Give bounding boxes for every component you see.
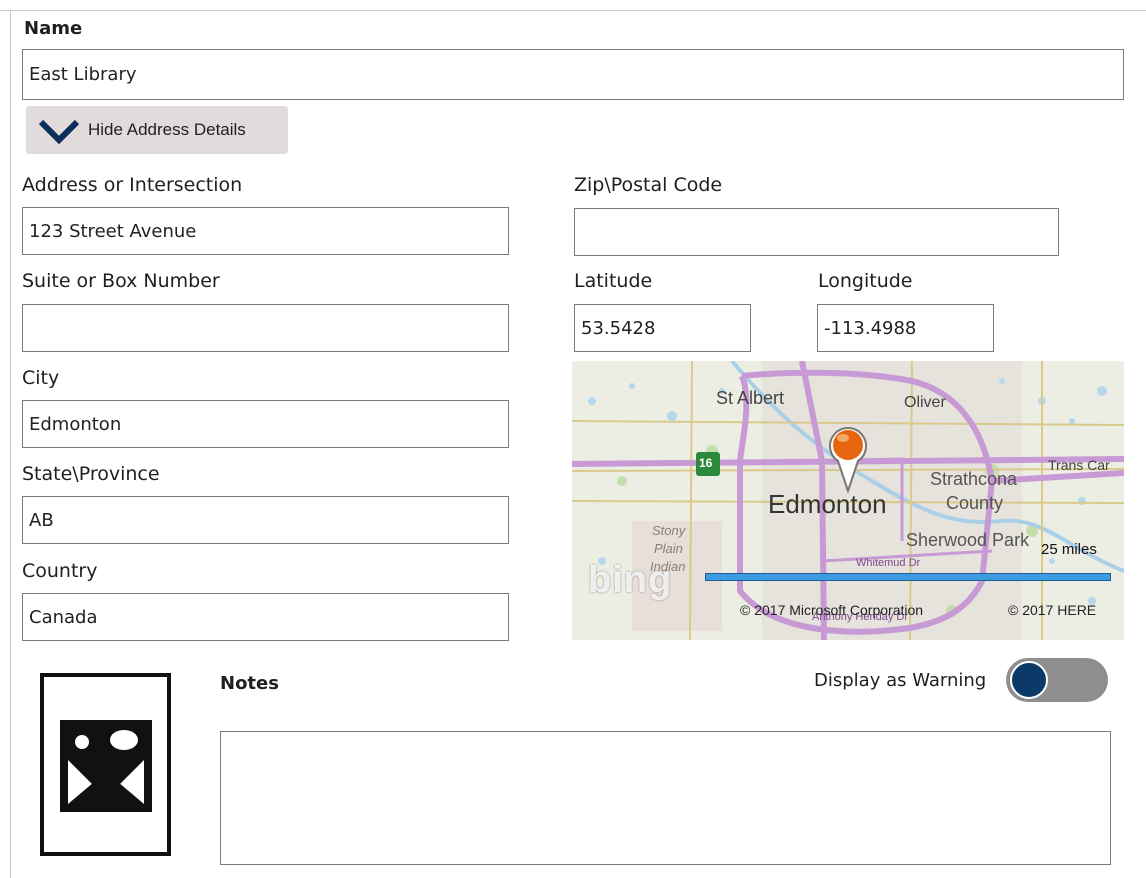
display-as-warning-toggle[interactable] [1006, 658, 1108, 702]
address-field[interactable] [22, 207, 509, 255]
zip-label: Zip\Postal Code [574, 174, 723, 196]
map-label-stony: Stony [652, 523, 686, 538]
image-placeholder-icon [60, 720, 152, 812]
map-scale-bar [705, 573, 1111, 581]
map-label-edmonton: Edmonton [768, 489, 887, 519]
name-field[interactable] [22, 49, 1124, 100]
state-label: State\Province [22, 463, 160, 485]
hide-address-details-label: Hide Address Details [88, 120, 246, 139]
city-field[interactable] [22, 400, 509, 448]
zip-field[interactable] [574, 208, 1059, 256]
country-label: Country [22, 560, 98, 582]
map-label-highway-16: 16 [699, 456, 713, 470]
state-field[interactable] [22, 496, 509, 544]
location-map[interactable]: St Albert Oliver Trans Car 16 Edmonton S… [572, 361, 1124, 640]
map-label-st-albert: St Albert [716, 388, 785, 408]
display-as-warning-label: Display as Warning [814, 670, 987, 691]
name-label: Name [24, 18, 83, 39]
map-label-plain: Plain [654, 541, 683, 556]
map-copyright-microsoft: © 2017 Microsoft Corporation [740, 602, 924, 618]
frame-top-border [0, 10, 1146, 11]
bing-logo: bing [588, 559, 673, 601]
notes-field[interactable] [220, 731, 1111, 865]
frame-left-border [10, 10, 11, 878]
map-label-strathcona: Strathcona [930, 469, 1018, 489]
map-label-county: County [946, 493, 1004, 513]
longitude-label: Longitude [818, 270, 913, 292]
toggle-knob [1010, 661, 1048, 699]
image-placeholder[interactable] [40, 673, 171, 856]
address-label: Address or Intersection [22, 174, 243, 196]
chevron-down-icon [38, 119, 80, 144]
notes-label: Notes [220, 673, 279, 694]
map-scale-label: 25 miles [1041, 541, 1097, 558]
hide-address-details-button[interactable]: Hide Address Details [26, 106, 288, 154]
latitude-field[interactable] [574, 304, 751, 352]
map-pin-icon [829, 427, 867, 493]
map-label-trans-canada: Trans Car [1048, 457, 1110, 473]
longitude-field[interactable] [817, 304, 994, 352]
map-copyright-here: © 2017 HERE [1008, 602, 1097, 618]
country-field[interactable] [22, 593, 509, 641]
map-label-sherwood-park: Sherwood Park [906, 530, 1030, 550]
city-label: City [22, 367, 60, 389]
suite-label: Suite or Box Number [22, 270, 220, 292]
latitude-label: Latitude [574, 270, 653, 292]
suite-field[interactable] [22, 304, 509, 352]
map-label-whitemud: Whitemud Dr [856, 557, 921, 569]
map-label-oliver: Oliver [904, 394, 946, 411]
